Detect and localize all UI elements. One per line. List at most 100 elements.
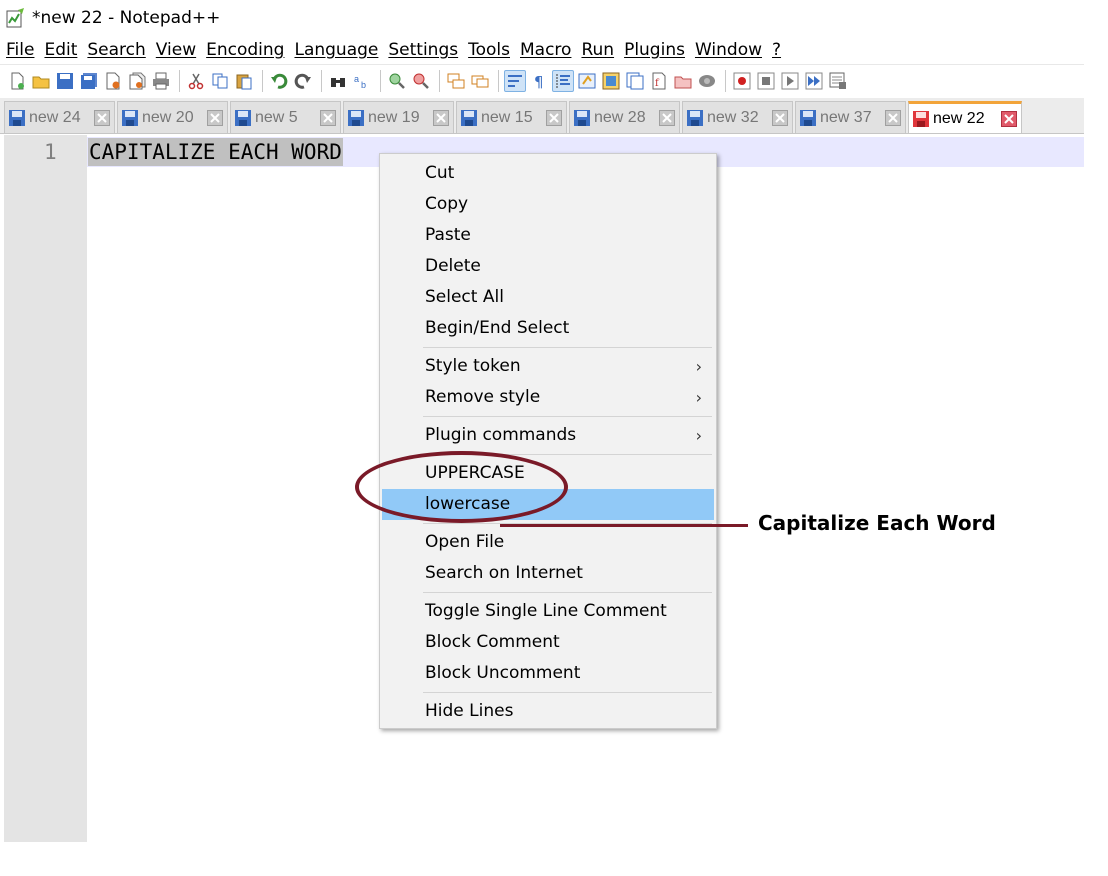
zoom-out-icon[interactable] <box>410 70 432 92</box>
submenu-arrow-icon: › <box>695 388 702 407</box>
menu-item-open-file[interactable]: Open File <box>382 527 714 558</box>
menu-item-style-token[interactable]: Style token › <box>382 351 714 382</box>
word-wrap-icon[interactable] <box>504 69 526 92</box>
redo-icon[interactable] <box>292 70 314 92</box>
submenu-arrow-icon: › <box>695 357 702 376</box>
menu-item-delete[interactable]: Delete <box>382 251 714 282</box>
menu-item-label: Style token <box>425 356 521 376</box>
replace-icon[interactable]: ab <box>351 70 373 92</box>
user-defined-language-icon[interactable] <box>576 70 598 92</box>
cut-icon[interactable] <box>185 70 207 92</box>
menu-item-remove-style[interactable]: Remove style › <box>382 382 714 413</box>
close-all-icon[interactable] <box>126 70 148 92</box>
menu-item-cut[interactable]: Cut <box>382 158 714 189</box>
copy-icon[interactable] <box>209 70 231 92</box>
menu-item-begin-end-select[interactable]: Begin/End Select <box>382 313 714 344</box>
close-tab-icon[interactable] <box>433 109 449 126</box>
toolbar-separator <box>439 69 440 92</box>
new-file-icon[interactable] <box>6 70 28 92</box>
toolbar-separator <box>498 69 499 92</box>
menu-edit[interactable]: Edit <box>44 40 77 60</box>
show-all-characters-icon[interactable]: ¶ <box>528 70 550 92</box>
menu-run[interactable]: Run <box>581 40 614 60</box>
menu-item-paste[interactable]: Paste <box>382 220 714 251</box>
tab-label: new 28 <box>594 108 646 126</box>
tab-label: new 19 <box>368 108 420 126</box>
submenu-arrow-icon: › <box>695 426 702 445</box>
tab-new-24[interactable]: new 24 <box>4 101 115 133</box>
menu-plugins[interactable]: Plugins <box>624 40 685 60</box>
close-file-icon[interactable] <box>102 70 124 92</box>
tab-new-32[interactable]: new 32 <box>682 101 793 133</box>
tab-new-15[interactable]: new 15 <box>456 101 567 133</box>
menu-item-block-comment[interactable]: Block Comment <box>382 627 714 658</box>
menu-item-copy[interactable]: Copy <box>382 189 714 220</box>
tab-label: new 24 <box>29 108 81 126</box>
close-tab-icon[interactable] <box>94 109 110 126</box>
tab-new-19[interactable]: new 19 <box>343 101 454 133</box>
save-all-icon[interactable] <box>78 70 100 92</box>
menu-item-plugin-commands[interactable]: Plugin commands › <box>382 420 714 451</box>
find-icon[interactable] <box>327 70 349 92</box>
save-icon[interactable] <box>54 70 76 92</box>
sync-horizontal-icon[interactable] <box>469 70 491 92</box>
close-tab-icon[interactable] <box>659 109 675 126</box>
tab-label: new 15 <box>481 108 533 126</box>
menu-item-toggle-single-line-comment[interactable]: Toggle Single Line Comment <box>382 596 714 627</box>
menu-encoding[interactable]: Encoding <box>206 40 284 60</box>
close-tab-icon[interactable] <box>207 109 223 126</box>
menu-search[interactable]: Search <box>87 40 145 60</box>
tab-new-22[interactable]: new 22 <box>908 101 1022 133</box>
tab-new-37[interactable]: new 37 <box>795 101 906 133</box>
open-file-icon[interactable] <box>30 70 52 92</box>
close-tab-icon[interactable] <box>320 109 336 126</box>
menu-tools[interactable]: Tools <box>468 40 510 60</box>
tab-label: new 5 <box>255 108 298 126</box>
menu-help[interactable]: ? <box>772 40 781 60</box>
menu-window[interactable]: Window <box>695 40 762 60</box>
monitoring-icon[interactable] <box>696 70 718 92</box>
close-tab-icon[interactable] <box>1001 110 1017 127</box>
menu-separator <box>423 416 712 417</box>
sync-vertical-icon[interactable] <box>445 70 467 92</box>
tab-bar: new 24 new 20 new 5 new 19 new 15 new 28 <box>0 98 1084 134</box>
playback-icon[interactable] <box>779 70 801 92</box>
selected-text[interactable]: CAPITALIZE EACH WORD <box>88 138 343 166</box>
menu-macro[interactable]: Macro <box>520 40 571 60</box>
menu-settings[interactable]: Settings <box>388 40 458 60</box>
title-bar: *new 22 - Notepad++ <box>0 0 1108 36</box>
close-tab-icon[interactable] <box>772 109 788 126</box>
toolbar-separator <box>262 69 263 92</box>
indent-guide-icon[interactable] <box>552 69 574 92</box>
menu-item-block-uncomment[interactable]: Block Uncomment <box>382 658 714 689</box>
close-tab-icon[interactable] <box>885 109 901 126</box>
document-list-icon[interactable] <box>624 70 646 92</box>
record-macro-icon[interactable] <box>731 70 753 92</box>
menu-item-lowercase[interactable]: lowercase <box>382 489 714 520</box>
paste-icon[interactable] <box>233 70 255 92</box>
run-macro-multiple-icon[interactable] <box>803 70 825 92</box>
save-macro-icon[interactable] <box>827 70 849 92</box>
floppy-disk-icon <box>799 109 817 127</box>
menu-item-uppercase[interactable]: UPPERCASE <box>382 458 714 489</box>
menu-view[interactable]: View <box>156 40 196 60</box>
folder-as-workspace-icon[interactable] <box>672 70 694 92</box>
stop-recording-icon[interactable] <box>755 70 777 92</box>
tab-new-28[interactable]: new 28 <box>569 101 680 133</box>
tab-new-20[interactable]: new 20 <box>117 101 228 133</box>
menu-language[interactable]: Language <box>294 40 378 60</box>
menu-item-select-all[interactable]: Select All <box>382 282 714 313</box>
zoom-in-icon[interactable] <box>386 70 408 92</box>
toolbar-separator <box>321 69 322 92</box>
menu-item-hide-lines[interactable]: Hide Lines <box>382 696 714 727</box>
close-tab-icon[interactable] <box>546 109 562 126</box>
print-icon[interactable] <box>150 70 172 92</box>
menu-item-search-on-internet[interactable]: Search on Internet <box>382 558 714 589</box>
tab-new-5[interactable]: new 5 <box>230 101 341 133</box>
line-number-gutter: 1 <box>4 135 87 842</box>
context-menu: Cut Copy Paste Delete Select All Begin/E… <box>379 153 717 729</box>
document-map-icon[interactable] <box>600 70 622 92</box>
menu-file[interactable]: File <box>6 40 34 60</box>
function-list-icon[interactable]: f <box>648 70 670 92</box>
undo-icon[interactable] <box>268 70 290 92</box>
